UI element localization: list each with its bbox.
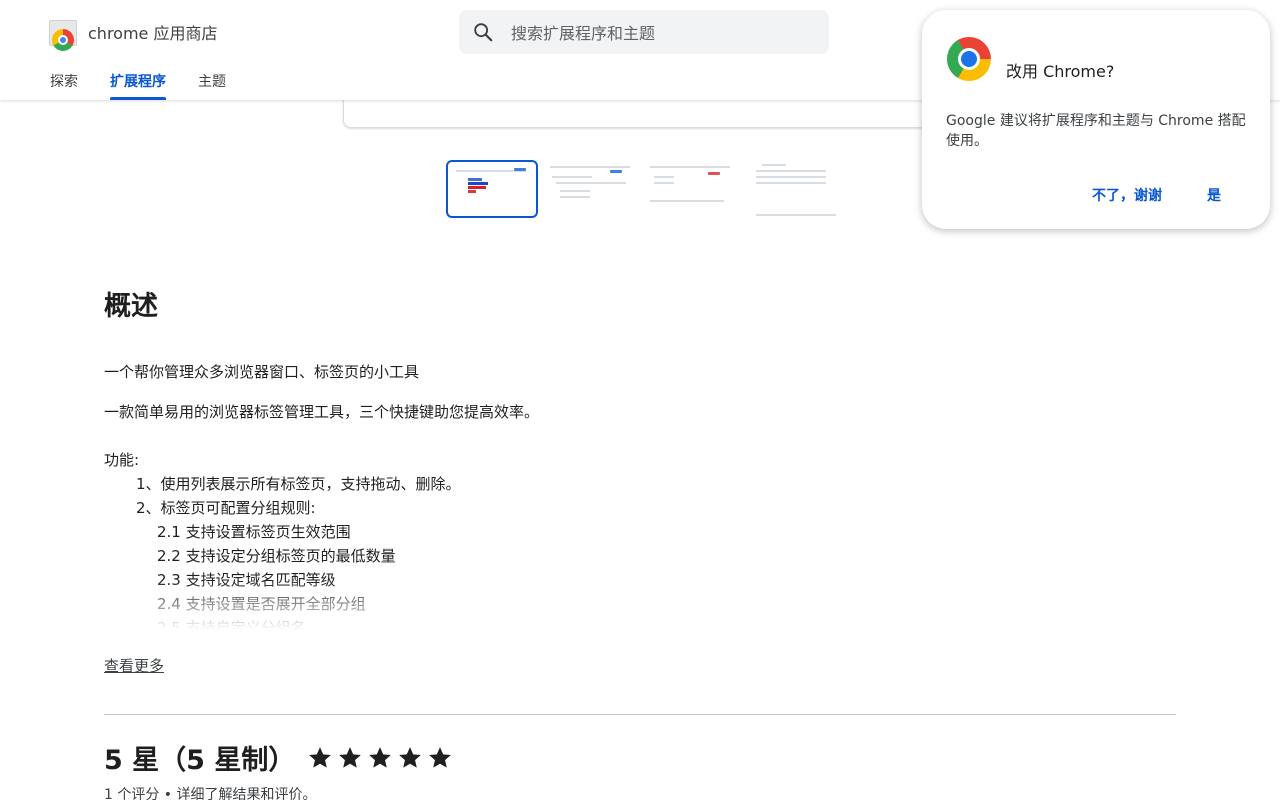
dialog-title: 改用 Chrome? [1006, 62, 1115, 81]
tab-extensions[interactable]: 扩展程序 [110, 64, 166, 100]
webstore-logo-icon [48, 17, 78, 51]
star-icon [369, 746, 392, 768]
accept-button[interactable]: 是 [1207, 185, 1221, 205]
feature-line: 1、使用列表展示所有标签页，支持拖动、删除。 [136, 475, 461, 493]
search-input[interactable]: 搜索扩展程序和主题 [459, 10, 829, 54]
feature-line: 2.4 支持设置是否展开全部分组 [157, 595, 366, 613]
rating-title-text: 5 星（5 星制） [104, 745, 296, 776]
screenshot-thumbnails [446, 160, 838, 218]
star-icon [339, 746, 362, 768]
tab-explore[interactable]: 探索 [50, 64, 78, 100]
dialog-body: Google 建议将扩展程序和主题与 Chrome 搭配使用。 [946, 113, 1246, 149]
search-placeholder: 搜索扩展程序和主题 [511, 24, 656, 43]
tab-themes[interactable]: 主题 [198, 64, 226, 100]
feature-line: 2.3 支持设定域名匹配等级 [157, 571, 336, 589]
feature-line: 2.1 支持设置标签页生效范围 [157, 523, 351, 541]
store-brand[interactable]: chrome 应用商店 [48, 17, 218, 51]
section-divider [104, 714, 1176, 715]
features-heading: 功能: [104, 451, 140, 469]
rating-count: 1 个评分 • 详细了解结果和评价。 [104, 787, 317, 800]
decline-button[interactable]: 不了，谢谢 [1092, 185, 1162, 205]
thumbnail-3[interactable] [646, 160, 738, 218]
feature-line: 2.2 支持设定分组标签页的最低数量 [157, 547, 396, 565]
intro-text: 一款简单易用的浏览器标签管理工具，三个快捷键助您提高效率。 [104, 403, 540, 421]
rating-heading: 5 星（5 星制） [104, 738, 457, 777]
star-icon [429, 746, 452, 768]
chrome-logo-icon [947, 37, 991, 81]
star-icon [399, 746, 422, 768]
thumbnail-1[interactable] [446, 160, 538, 218]
switch-to-chrome-dialog: 改用 Chrome? Google 建议将扩展程序和主题与 Chrome 搭配使… [922, 10, 1270, 229]
search-icon [474, 23, 493, 42]
rating-stars [307, 745, 457, 771]
overview-heading: 概述 [104, 291, 158, 322]
description-body: 功能: 1、使用列表展示所有标签页，支持拖动、删除。 2、标签页可配置分组规则:… [104, 446, 804, 630]
feature-line: 2、标签页可配置分组规则: [136, 499, 316, 517]
star-icon [309, 746, 332, 768]
thumbnail-2[interactable] [546, 160, 638, 218]
see-more-link[interactable]: 查看更多 [104, 655, 164, 676]
feature-line: 2.5 支持自定义分组名 [157, 619, 306, 630]
thumbnail-4[interactable] [746, 160, 838, 218]
brand-name: chrome 应用商店 [88, 24, 218, 43]
summary-text: 一个帮你管理众多浏览器窗口、标签页的小工具 [104, 363, 420, 381]
category-tabs: 探索 扩展程序 主题 [50, 64, 258, 100]
